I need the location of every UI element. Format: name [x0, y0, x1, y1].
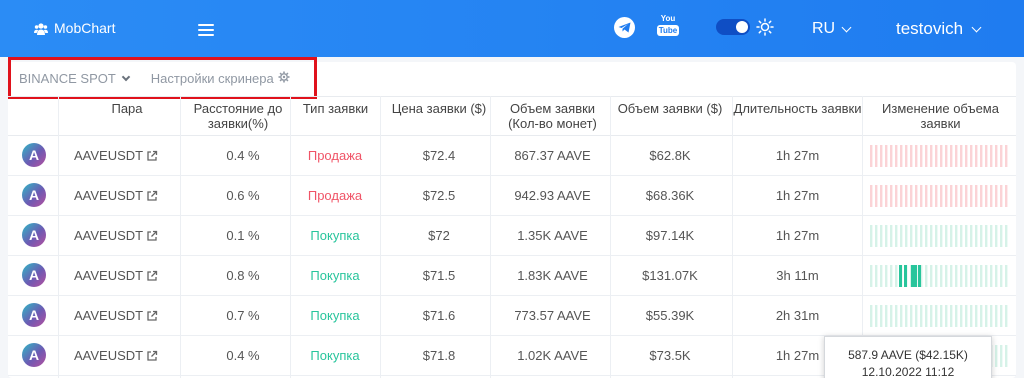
price-cell: $71.8 [422, 348, 456, 363]
brand-link[interactable]: MobChart [34, 20, 115, 36]
pair-link[interactable]: AAVEUSDT [74, 148, 158, 163]
column-header-duration[interactable]: Длительность заявки [730, 101, 865, 135]
volume-change-sparkline[interactable] [868, 183, 1008, 209]
order-type-cell: Покупка [310, 228, 360, 243]
external-link-icon [147, 230, 158, 241]
users-icon [34, 22, 48, 35]
external-link-icon [147, 310, 158, 321]
column-header-volume-usd[interactable]: Объем заявки ($) [610, 101, 730, 135]
youtube-icon[interactable]: You Tube [657, 14, 679, 38]
volume-usd-cell: $68.36K [645, 188, 695, 203]
distance-cell: 0.1 % [226, 228, 260, 243]
pair-name: AAVEUSDT [74, 188, 144, 203]
column-header-distance[interactable]: Расстояние до заявки(%) [188, 101, 288, 135]
tooltip-date: 12.10.2022 11:12 [861, 365, 955, 378]
column-header-price[interactable]: Цена заявки ($) [383, 101, 495, 135]
aave-coin-icon: A [22, 343, 46, 367]
pair-name: AAVEUSDT [74, 148, 144, 163]
aave-coin-icon: A [22, 303, 46, 327]
volume-coins-cell: 1.83K AAVE [517, 268, 588, 283]
volume-usd-cell: $73.5K [649, 348, 691, 363]
price-cell: $72 [428, 228, 450, 243]
external-link-icon [147, 150, 158, 161]
distance-cell: 0.4 % [226, 348, 260, 363]
aave-coin-icon: A [22, 263, 46, 287]
order-type-cell: Покупка [310, 308, 360, 323]
volume-usd-cell: $55.39K [645, 308, 695, 323]
aave-coin-icon: A [22, 223, 46, 247]
distance-cell: 0.8 % [226, 268, 260, 283]
order-type-cell: Покупка [310, 268, 360, 283]
volume-usd-cell: $97.14K [645, 228, 695, 243]
chevron-down-icon [841, 22, 852, 32]
highlight-box [8, 57, 317, 99]
tooltip-volume: 587.9 AAVE ($42.15K) [848, 348, 968, 362]
column-header-volume-coins[interactable]: Объем заявки (Кол-во монет) [495, 101, 610, 135]
price-cell: $72.5 [422, 188, 456, 203]
volume-change-sparkline[interactable] [868, 303, 1008, 329]
duration-cell: 1h 27m [775, 148, 820, 163]
order-type-cell: Продажа [307, 148, 363, 163]
distance-cell: 0.4 % [226, 148, 260, 163]
aave-coin-icon: A [22, 143, 46, 167]
volume-coins-cell: 1.02K AAVE [517, 348, 588, 363]
pair-name: AAVEUSDT [74, 228, 144, 243]
theme-toggle[interactable] [716, 19, 750, 35]
table-row[interactable]: A AAVEUSDT 0.6 % Продажа $72.5 942.93 AAVE $68… [8, 176, 1016, 216]
volume-change-sparkline[interactable] [868, 263, 1008, 289]
column-header-volume-change[interactable]: Изменение объема заявки [865, 101, 1016, 135]
distance-cell: 0.6 % [226, 188, 260, 203]
username: testovich [896, 19, 964, 38]
pair-name: AAVEUSDT [74, 348, 144, 363]
language-select[interactable]: RU [812, 20, 852, 38]
pair-name: AAVEUSDT [74, 308, 144, 323]
brand-name: MobChart [54, 20, 116, 36]
volume-change-sparkline[interactable] [868, 143, 1008, 169]
table-row[interactable]: A AAVEUSDT 0.7 % Покупка $71.6 773.57 AAVE $55… [8, 296, 1016, 336]
duration-cell: 1h 27m [775, 228, 820, 243]
external-link-icon [147, 350, 158, 361]
duration-cell: 3h 11m [776, 268, 819, 283]
column-header-pair[interactable]: Пара [66, 101, 188, 135]
volume-tooltip: 587.9 AAVE ($42.15K) 12.10.2022 11:12 [824, 336, 992, 378]
order-type-cell: Продажа [307, 188, 363, 203]
user-menu[interactable]: testovich [896, 19, 982, 39]
top-header: MobChart You Tube RU testovich [0, 0, 1024, 57]
table-row[interactable]: A AAVEUSDT 0.4 % Продажа $72.4 867.37 AAVE $62… [8, 136, 1016, 176]
menu-toggle-icon[interactable] [198, 24, 214, 37]
pair-link[interactable]: AAVEUSDT [74, 188, 158, 203]
table-row[interactable]: A AAVEUSDT 0.1 % Покупка $72 1.35K AAVE $97.14… [8, 216, 1016, 256]
sun-icon [756, 18, 774, 36]
pair-link[interactable]: AAVEUSDT [74, 228, 158, 243]
duration-cell: 2h 31m [775, 308, 820, 323]
duration-cell: 1h 27m [775, 188, 820, 203]
external-link-icon [147, 190, 158, 201]
price-cell: $72.4 [422, 148, 456, 163]
price-cell: $71.5 [422, 268, 456, 283]
column-header-type[interactable]: Тип заявки [298, 101, 373, 135]
language-label: RU [812, 20, 836, 37]
distance-cell: 0.7 % [226, 308, 260, 323]
volume-coins-cell: 867.37 AAVE [514, 148, 591, 163]
volume-usd-cell: $131.07K [642, 268, 698, 283]
table-header: Пара Расстояние до заявки(%) Тип заявки … [8, 96, 1016, 136]
volume-coins-cell: 942.93 AAVE [514, 188, 591, 203]
telegram-icon[interactable] [614, 17, 635, 38]
aave-coin-icon: A [22, 183, 46, 207]
pair-name: AAVEUSDT [74, 268, 144, 283]
price-cell: $71.6 [422, 308, 456, 323]
pair-link[interactable]: AAVEUSDT [74, 348, 158, 363]
chevron-down-icon [971, 22, 982, 32]
pair-link[interactable]: AAVEUSDT [74, 308, 158, 323]
table-row[interactable]: A AAVEUSDT 0.8 % Покупка $71.5 1.83K AAVE $131… [8, 256, 1016, 296]
pair-link[interactable]: AAVEUSDT [74, 268, 158, 283]
volume-coins-cell: 1.35K AAVE [517, 228, 588, 243]
external-link-icon [147, 270, 158, 281]
order-type-cell: Покупка [310, 348, 360, 363]
volume-change-sparkline[interactable] [868, 223, 1008, 249]
volume-usd-cell: $62.8K [649, 148, 691, 163]
volume-coins-cell: 773.57 AAVE [514, 308, 591, 323]
